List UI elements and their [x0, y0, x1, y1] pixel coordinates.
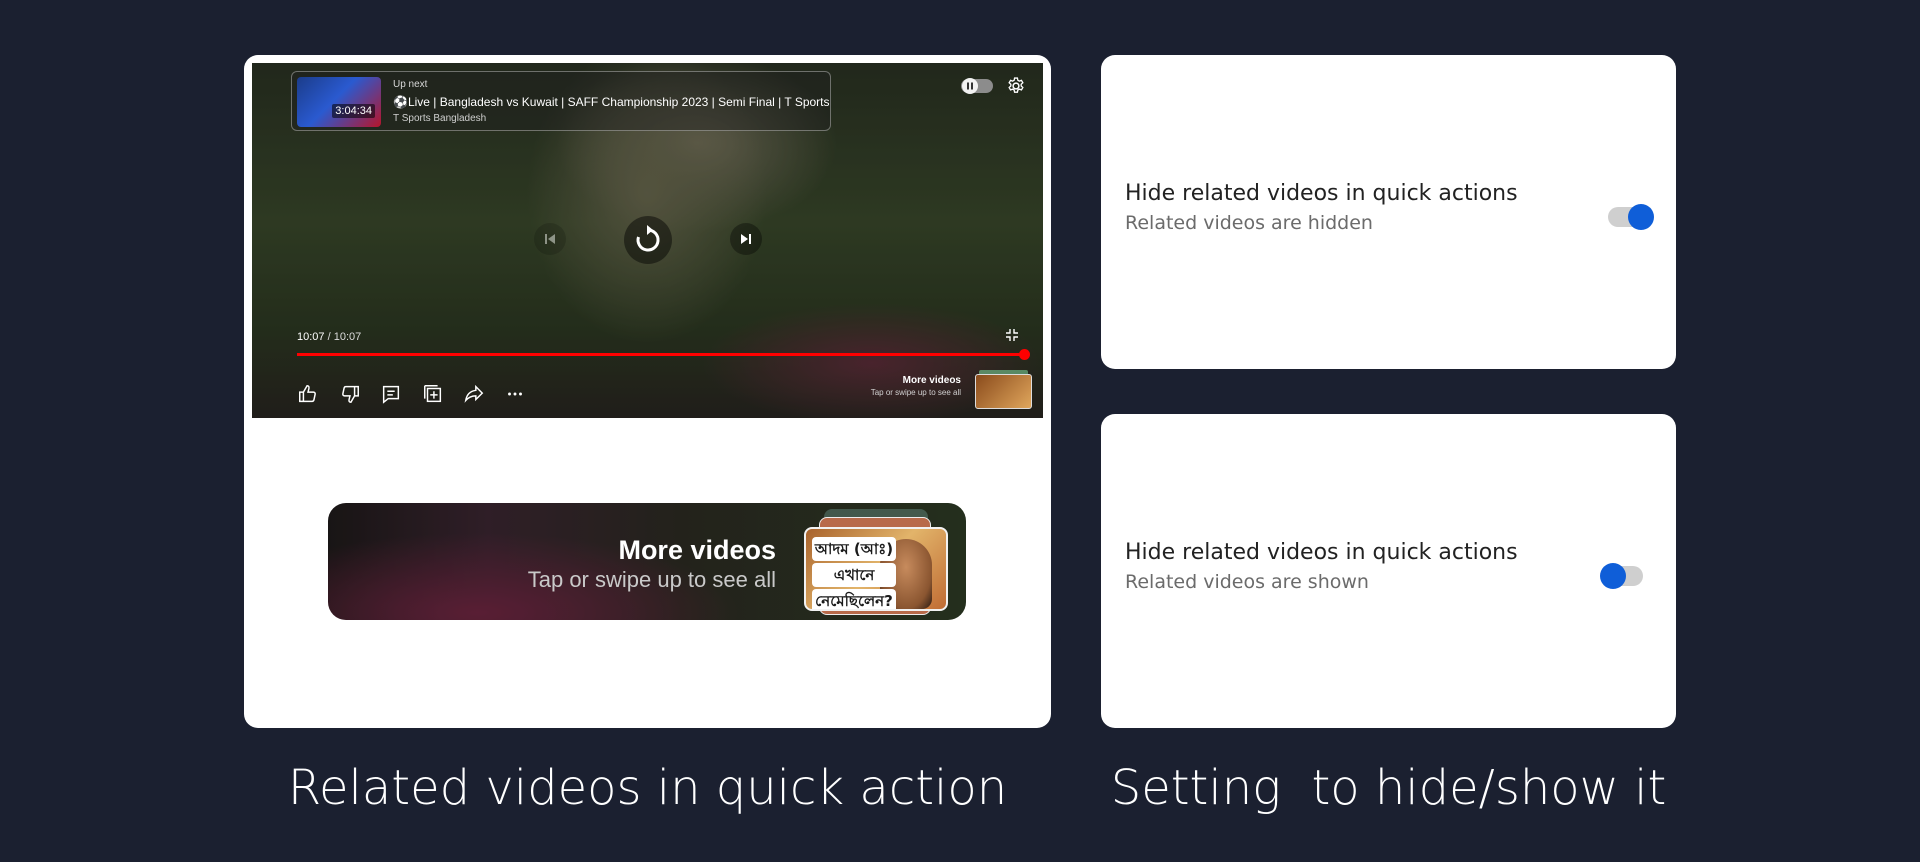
caption-left: Related videos in quick action [287, 760, 1008, 816]
thumbnail-text: আদম (আঃ) এখানে নেমেছিলেন? [812, 537, 896, 609]
previous-button[interactable] [534, 223, 566, 255]
up-next-card[interactable]: 3:04:34 Up next ⚽Live | Bangladesh vs Ku… [291, 71, 831, 131]
caption-right: Setting to hide/show it [1110, 760, 1667, 816]
autoplay-toggle[interactable] [961, 78, 993, 94]
more-videos-title[interactable]: More videos [903, 375, 961, 386]
prev-icon [545, 234, 555, 244]
setting-subtitle: Related videos are shown [1125, 571, 1369, 593]
minimize-icon[interactable] [1004, 327, 1020, 343]
switch-knob [1628, 204, 1654, 230]
up-next-label: Up next [393, 79, 428, 90]
time-display: 10:07 / 10:07 [297, 331, 361, 343]
like-icon[interactable] [297, 383, 319, 405]
time-separator: / [324, 331, 334, 343]
autoplay-knob [962, 78, 978, 94]
up-next-duration: 3:04:34 [332, 104, 375, 118]
up-next-title: ⚽Live | Bangladesh vs Kuwait | SAFF Cham… [393, 95, 830, 109]
setting-card-hidden: Hide related videos in quick actions Rel… [1101, 55, 1676, 369]
video-player[interactable]: 3:04:34 Up next ⚽Live | Bangladesh vs Ku… [252, 63, 1043, 418]
progress-bar[interactable] [297, 353, 1024, 356]
up-next-thumbnail: 3:04:34 [297, 77, 381, 127]
more-videos-pill-title: More videos [618, 535, 776, 565]
setting-title: Hide related videos in quick actions [1125, 181, 1518, 206]
thumbnail-text-line: এখানে [812, 563, 896, 587]
switch-knob [1600, 563, 1626, 589]
progress-scrubber[interactable] [1019, 349, 1030, 360]
replay-icon [636, 225, 660, 252]
hide-related-videos-switch[interactable] [1608, 204, 1654, 230]
setting-card-shown: Hide related videos in quick actions Rel… [1101, 414, 1676, 728]
thumbnail-text-line: নেমেছিলেন? [812, 589, 896, 609]
setting-subtitle: Related videos are hidden [1125, 212, 1373, 234]
more-videos-pill-thumbnail[interactable]: আদম (আঃ) এখানে নেমেছিলেন? [804, 527, 948, 611]
time-total: 10:07 [333, 331, 362, 343]
time-current: 10:07 [297, 331, 325, 343]
setting-title: Hide related videos in quick actions [1125, 540, 1518, 565]
save-to-playlist-icon[interactable] [422, 383, 444, 405]
more-icon[interactable] [504, 383, 526, 405]
more-videos-pill-zoomed[interactable]: More videos Tap or swipe up to see all আ… [328, 503, 966, 620]
more-videos-thumbnail[interactable] [975, 370, 1032, 409]
thumbnail-text-line: আদম (আঃ) [812, 537, 896, 561]
share-icon[interactable] [463, 383, 485, 405]
settings-icon[interactable] [1006, 76, 1026, 96]
next-icon [741, 234, 751, 244]
dislike-icon[interactable] [339, 383, 361, 405]
replay-button[interactable] [624, 216, 672, 264]
more-videos-pill-subtitle: Tap or swipe up to see all [527, 567, 776, 592]
related-videos-demo-card: 3:04:34 Up next ⚽Live | Bangladesh vs Ku… [244, 55, 1051, 728]
comments-icon[interactable] [380, 383, 402, 405]
more-videos-subtitle: Tap or swipe up to see all [870, 388, 961, 397]
up-next-channel: T Sports Bangladesh [393, 113, 487, 124]
next-button[interactable] [730, 223, 762, 255]
hide-related-videos-switch[interactable] [1600, 563, 1643, 589]
